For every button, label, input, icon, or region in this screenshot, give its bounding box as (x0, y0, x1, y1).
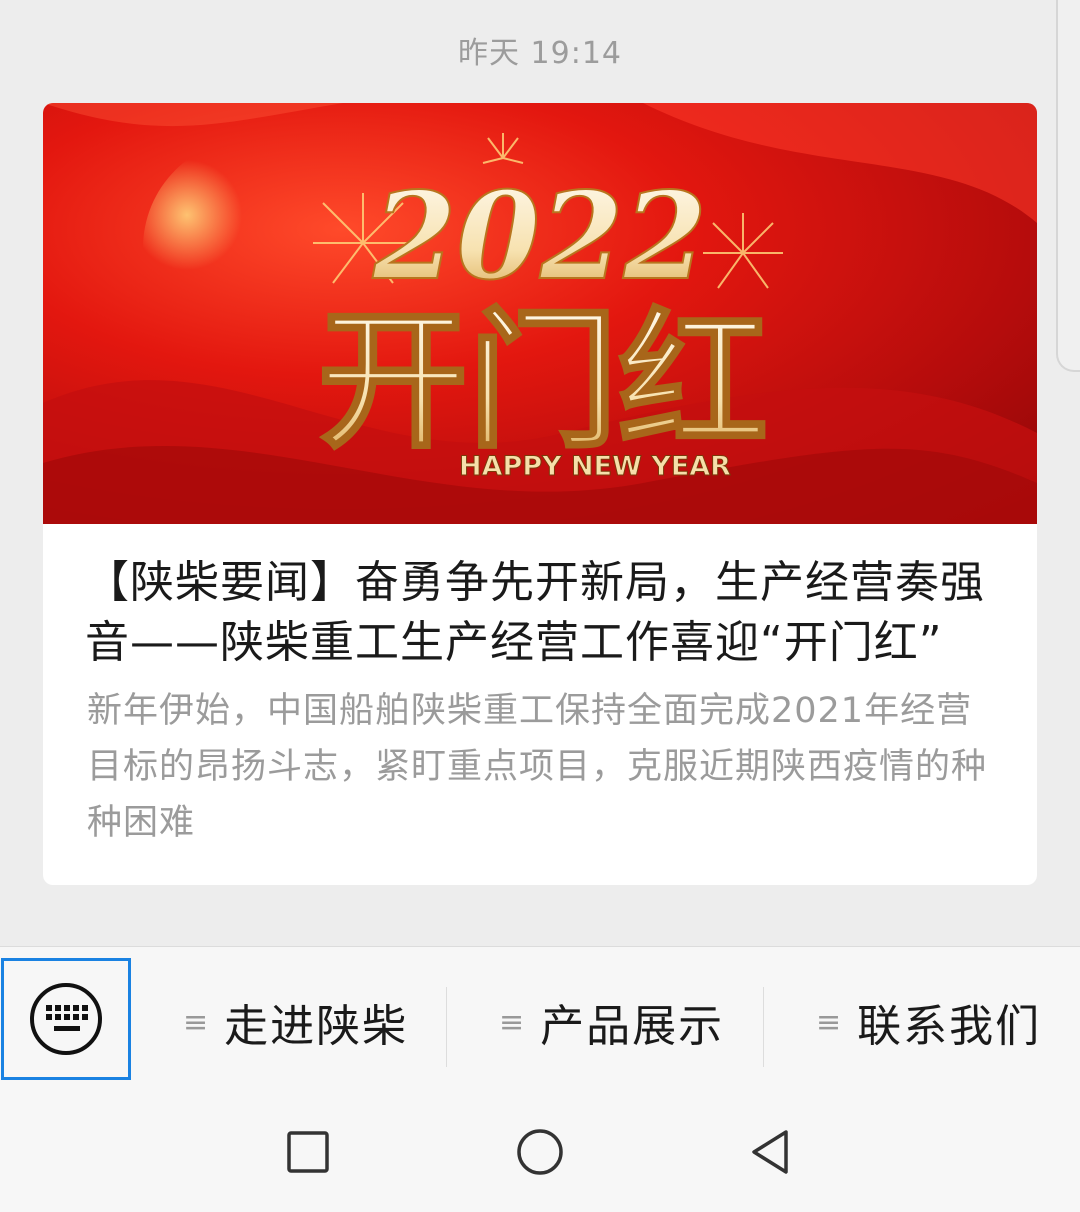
article-cover-image[interactable]: 2022 开门红 HAPPY NEW YEAR (43, 103, 1037, 524)
menu-item-label: 走进陕柴 (224, 1001, 409, 1052)
scroll-edge (1056, 0, 1080, 372)
home-button[interactable] (510, 1122, 570, 1182)
menu-divider (446, 987, 447, 1067)
menu-lines-icon: ≡ (499, 1004, 527, 1040)
back-icon (752, 1130, 788, 1174)
menu-item-products[interactable]: ≡ 产品展示 (499, 987, 724, 1057)
menu-lines-icon: ≡ (816, 1004, 844, 1040)
service-menu-bar: ≡ 走进陕柴 ≡ 产品展示 ≡ 联系我们 (0, 946, 1080, 1085)
recent-apps-button[interactable] (278, 1122, 338, 1182)
home-icon (517, 1129, 563, 1175)
cover-artwork: 2022 开门红 HAPPY NEW YEAR (43, 103, 1037, 524)
cover-subtitle-text: HAPPY NEW YEAR (459, 451, 731, 482)
menu-item-label: 产品展示 (540, 1001, 725, 1052)
keyboard-toggle-button[interactable] (1, 958, 131, 1080)
article-card[interactable]: 2022 开门红 HAPPY NEW YEAR 【陕柴要闻】奋勇争先开新局，生产… (43, 103, 1037, 885)
message-timestamp: 昨天 19:14 (458, 36, 622, 71)
system-navigation-bar (0, 1084, 1080, 1212)
keyboard-icon (30, 983, 102, 1055)
article-title[interactable]: 【陕柴要闻】奋勇争先开新局，生产经营奏强音——陕柴重工生产经营工作喜迎“开门红” (85, 553, 1005, 673)
cover-year-text: 2022 (372, 166, 707, 307)
menu-lines-icon: ≡ (183, 1004, 211, 1040)
menu-divider (763, 987, 764, 1067)
article-digest: 新年伊始，中国船舶陕柴重工保持全面完成2021年经营目标的昂扬斗志，紧盯重点项目… (87, 691, 988, 843)
back-button[interactable] (740, 1122, 800, 1182)
cover-slogan-text: 开门红 (318, 293, 768, 469)
chat-area: 昨天 19:14 2022 开门红 HAPPY NEW YEAR 【陕柴要闻】奋… (0, 0, 1080, 946)
menu-item-contact[interactable]: ≡ 联系我们 (816, 987, 1041, 1057)
recent-apps-icon (287, 1131, 329, 1173)
menu-item-about[interactable]: ≡ 走进陕柴 (183, 987, 408, 1057)
menu-item-label: 联系我们 (857, 1001, 1042, 1052)
